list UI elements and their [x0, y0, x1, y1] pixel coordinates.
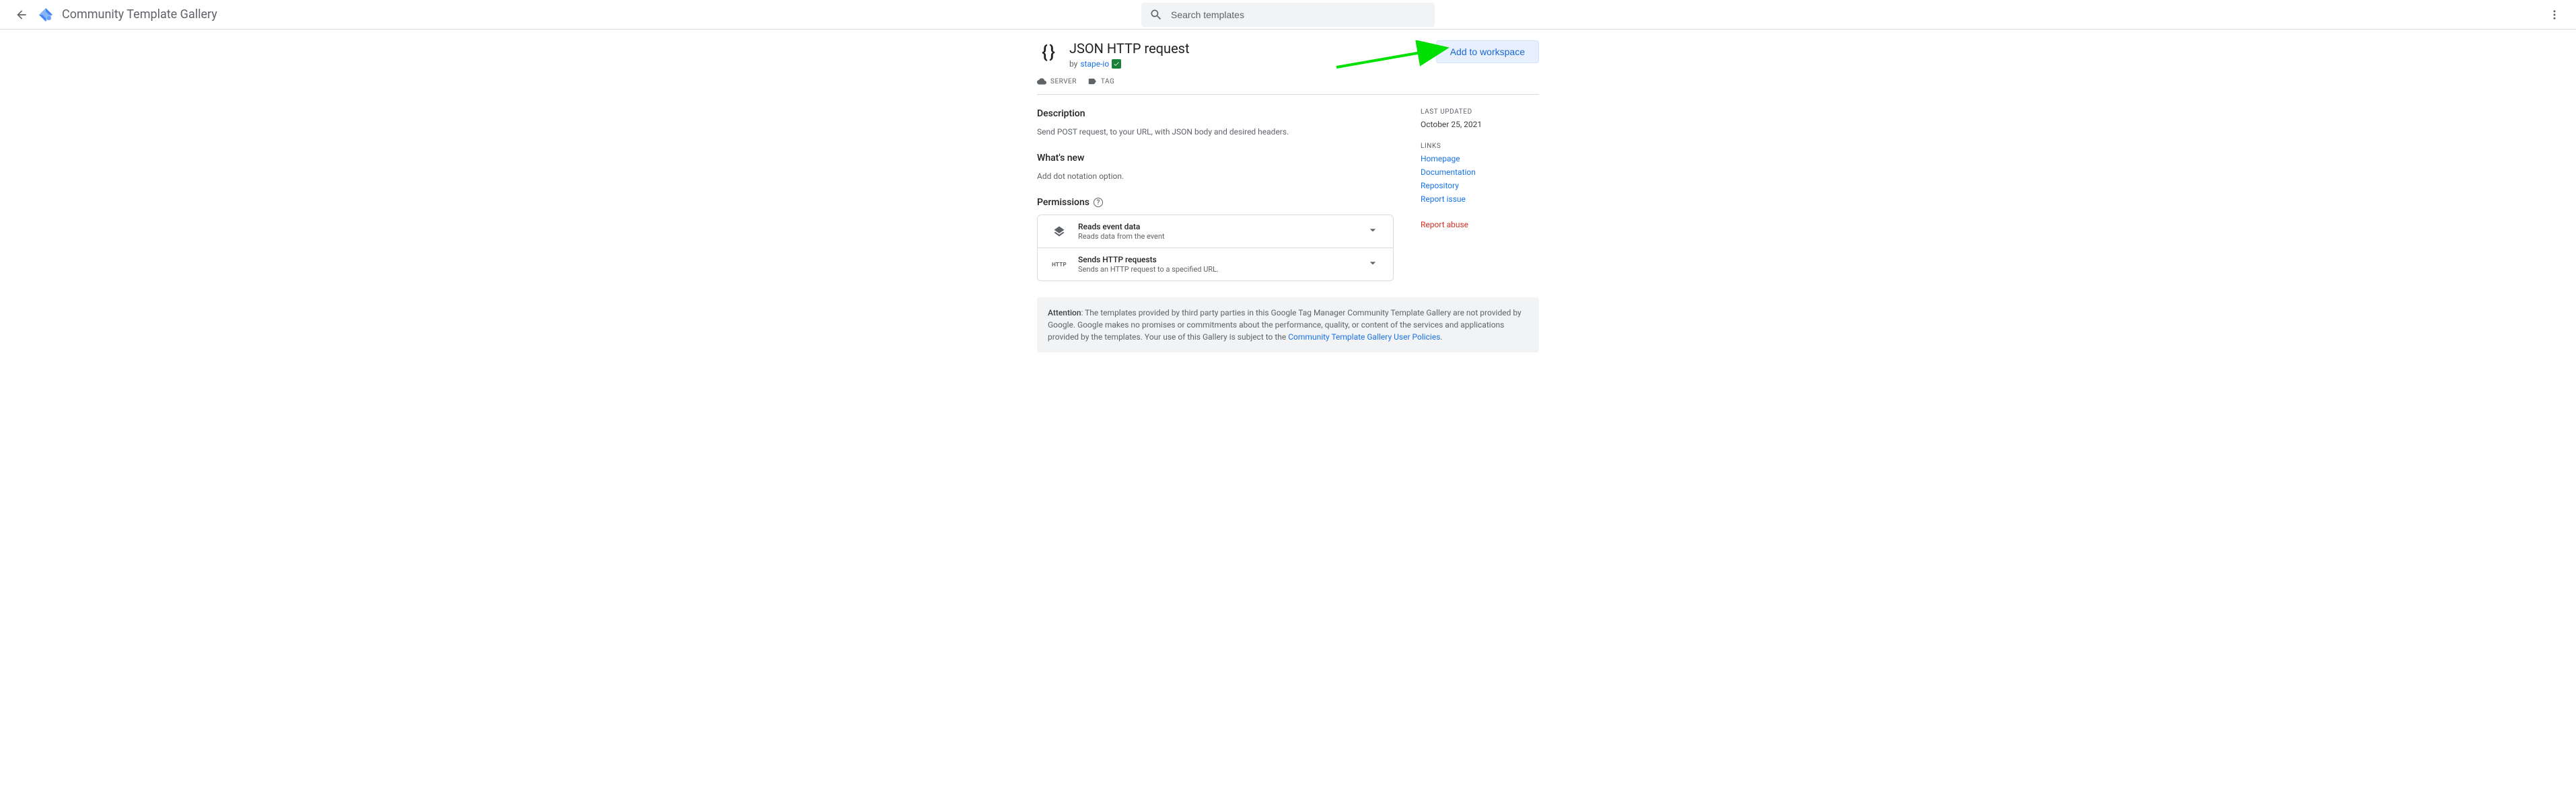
permission-desc: Sends an HTTP request to a specified URL…: [1078, 265, 1355, 274]
template-title: JSON HTTP request: [1069, 40, 1425, 56]
report-abuse-link[interactable]: Report abuse: [1421, 220, 1468, 229]
server-badge: SERVER: [1037, 77, 1077, 86]
permissions-card: Reads event data Reads data from the eve…: [1037, 215, 1394, 281]
repository-link[interactable]: Repository: [1421, 181, 1539, 190]
permission-title: Reads event data: [1078, 222, 1355, 231]
app-header: Community Template Gallery: [0, 0, 2576, 30]
search-icon: [1149, 8, 1163, 22]
chevron-down-icon: [1366, 256, 1380, 272]
back-button[interactable]: [8, 1, 35, 28]
cloud-icon: [1037, 77, 1046, 86]
permission-desc: Reads data from the event: [1078, 232, 1355, 241]
template-badges: SERVER TAG: [1037, 77, 1539, 95]
permissions-heading: Permissions ?: [1037, 197, 1394, 208]
label-icon: [1087, 77, 1097, 86]
description-text: Send POST request, to your URL, with JSO…: [1037, 126, 1394, 138]
by-prefix: by: [1069, 59, 1077, 69]
tag-badge: TAG: [1087, 77, 1114, 86]
page-title: Community Template Gallery: [62, 7, 217, 22]
permission-title: Sends HTTP requests: [1078, 255, 1355, 264]
links-label: LINKS: [1421, 143, 1539, 150]
homepage-link[interactable]: Homepage: [1421, 154, 1539, 163]
layers-icon: [1051, 225, 1067, 237]
sidebar: LAST UPDATED October 25, 2021 LINKS Home…: [1421, 108, 1539, 297]
arrow-left-icon: [15, 8, 28, 22]
report-issue-link[interactable]: Report issue: [1421, 194, 1539, 204]
template-byline: by stape-io: [1069, 59, 1425, 69]
more-vert-icon: [2548, 9, 2561, 21]
last-updated-label: LAST UPDATED: [1421, 108, 1539, 116]
last-updated-value: October 25, 2021: [1421, 120, 1539, 129]
attention-notice: Attention: The templates provided by thi…: [1037, 297, 1539, 352]
policies-link[interactable]: Community Template Gallery User Policies: [1288, 332, 1440, 342]
main-content: { } JSON HTTP request by stape-io Add to…: [1037, 30, 1539, 352]
chevron-down-icon: [1366, 223, 1380, 239]
permission-row[interactable]: HTTP Sends HTTP requests Sends an HTTP r…: [1038, 247, 1393, 280]
gtm-logo-icon: [38, 7, 54, 23]
http-icon: HTTP: [1051, 262, 1067, 268]
documentation-link[interactable]: Documentation: [1421, 167, 1539, 177]
template-icon: { }: [1037, 42, 1059, 63]
braces-icon: { }: [1042, 42, 1054, 63]
attention-body-2: .: [1440, 332, 1442, 342]
attention-body-1: : The templates provided by third party …: [1048, 308, 1522, 342]
search-input[interactable]: [1171, 9, 1427, 20]
help-icon[interactable]: ?: [1094, 198, 1103, 207]
permission-row[interactable]: Reads event data Reads data from the eve…: [1038, 215, 1393, 247]
whatsnew-text: Add dot notation option.: [1037, 170, 1394, 182]
search-box[interactable]: [1141, 3, 1435, 27]
attention-label: Attention: [1048, 308, 1081, 317]
description-heading: Description: [1037, 108, 1394, 119]
add-to-workspace-button[interactable]: Add to workspace: [1436, 40, 1539, 63]
template-header: { } JSON HTTP request by stape-io Add to…: [1037, 40, 1539, 69]
verified-badge-icon: [1112, 59, 1121, 69]
author-link[interactable]: stape-io: [1080, 59, 1109, 69]
more-menu-button[interactable]: [2541, 1, 2568, 28]
whatsnew-heading: What's new: [1037, 153, 1394, 163]
